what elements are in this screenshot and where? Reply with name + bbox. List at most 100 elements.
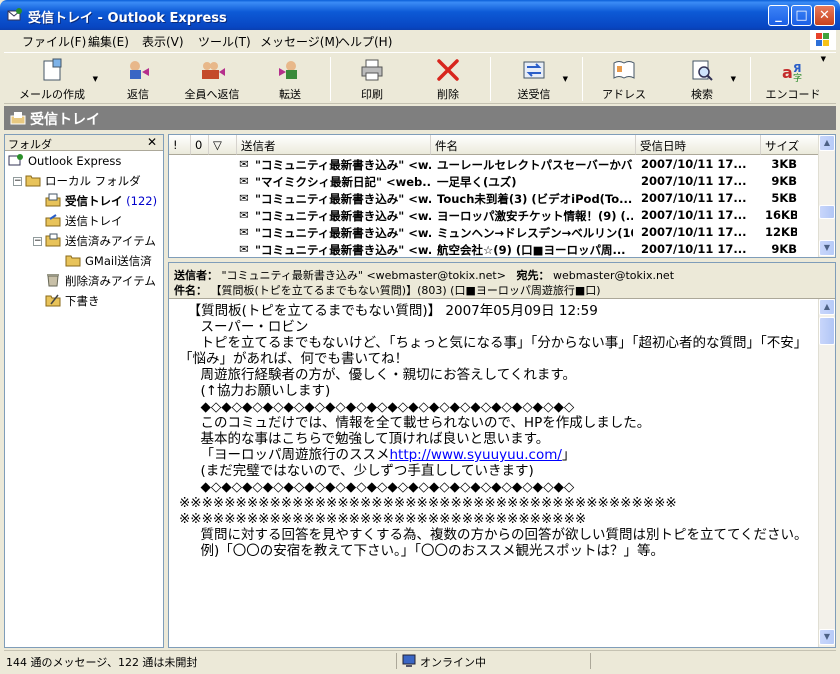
- column-from[interactable]: 送信者: [237, 135, 431, 155]
- message-size: 5KB: [771, 191, 797, 205]
- toolbar-divider: [330, 57, 331, 101]
- outlook-express-icon: [7, 8, 22, 21]
- message-subject: ヨーロッパ激安チケット情報！(9) (...: [437, 209, 633, 223]
- folder-label: 削除済みアイテム: [65, 274, 156, 288]
- column-importance[interactable]: !: [169, 135, 191, 155]
- message-date: 2007/10/11 17...: [641, 225, 747, 239]
- message-size: 9KB: [771, 242, 797, 256]
- message-date: 2007/10/11 17...: [641, 242, 747, 256]
- body-line: 例)「〇〇の安宿を教えて下さい。」「〇〇のおススメ観光スポットは？」等。: [179, 543, 665, 559]
- scroll-down-icon[interactable]: ▼: [819, 240, 835, 256]
- menu-edit[interactable]: 編集(E): [88, 33, 129, 50]
- message-from: "コミュニティ最新書き込み" <w...: [255, 226, 431, 240]
- message-row[interactable]: ✉ "マイミクシィ最新日記" <web... 一足早く(ユズ) 2007/10/…: [169, 173, 819, 190]
- outlook-express-icon: [8, 154, 23, 166]
- body-line: (↑協力お願いします): [179, 383, 331, 399]
- message-list-scrollbar[interactable]: ▲ ▼: [818, 135, 835, 257]
- unread-count: (122): [126, 194, 158, 208]
- send-receive-button[interactable]: 送受信 ▼: [508, 55, 568, 103]
- body-line: 」: [561, 447, 576, 463]
- scroll-up-icon[interactable]: ▲: [819, 135, 835, 151]
- menu-tools[interactable]: ツール(T): [198, 33, 251, 50]
- current-folder-bar: 受信トレイ: [4, 106, 836, 130]
- body-line: このコミュだけでは、情報を全て載せられないので、HPを作成しました。: [179, 415, 651, 431]
- chevron-down-icon[interactable]: ▼: [731, 75, 736, 83]
- folder-outbox[interactable]: 送信トレイ: [45, 213, 123, 229]
- collapse-icon[interactable]: −: [13, 177, 22, 186]
- folder-deleted-items[interactable]: 削除済みアイテム: [45, 273, 156, 289]
- message-row[interactable]: ✉ "コミュニティ最新書き込み" <w... ミュンヘン→ドレスデン→ベルリン(…: [169, 224, 819, 241]
- trash-icon: [47, 274, 59, 287]
- folder-sent-items[interactable]: 送信済みアイテム: [45, 233, 156, 249]
- unread-mail-icon: ✉: [239, 225, 249, 239]
- close-button[interactable]: ✕: [814, 5, 835, 26]
- menu-file[interactable]: ファイル(F): [22, 33, 86, 50]
- reply-button[interactable]: 返信: [114, 55, 162, 103]
- preview-scrollbar[interactable]: ▲ ▼: [818, 299, 835, 647]
- message-size: 9KB: [771, 174, 797, 188]
- chevron-down-icon[interactable]: ▼: [93, 75, 98, 83]
- message-row[interactable]: ✉ "コミュニティ最新書き込み" <w... Touch未到着(3) (ビデオi…: [169, 190, 819, 207]
- scroll-up-icon[interactable]: ▲: [819, 299, 835, 315]
- folder-outlook-express[interactable]: Outlook Express: [8, 153, 121, 168]
- chevron-down-icon[interactable]: ▼: [821, 55, 826, 63]
- find-label: 検索: [691, 88, 713, 101]
- reply-all-button[interactable]: 全員へ返信: [180, 55, 244, 103]
- addresses-button[interactable]: アドレス: [598, 55, 650, 103]
- folder-label: 送信済みアイテム: [65, 234, 156, 248]
- scroll-down-icon[interactable]: ▼: [819, 629, 835, 645]
- toolbar-divider: [490, 57, 491, 101]
- folder-icon: [65, 255, 81, 267]
- minimize-button[interactable]: _: [768, 5, 789, 26]
- new-mail-button[interactable]: メールの作成 ▼: [14, 55, 98, 103]
- body-line: トピを立てるまでもないけど、「ちょっと気になる事」「分からない事」「超初心者的な…: [179, 335, 808, 351]
- inbox-icon: [45, 193, 61, 207]
- folder-gmail-sent[interactable]: GMail送信済: [65, 253, 152, 269]
- column-received[interactable]: 受信日時: [636, 135, 761, 155]
- folder-label: ローカル フォルダ: [45, 174, 141, 188]
- menu-message[interactable]: メッセージ(M): [260, 33, 339, 50]
- maximize-icon: □: [795, 8, 808, 23]
- body-line: ◆◇◆◇◆◇◆◇◆◇◆◇◆◇◆◇◆◇◆◇◆◇◆◇◆◇◆◇◆◇◆◇◆◇◆◇: [179, 399, 575, 415]
- message-row[interactable]: ✉ "コミュニティ最新書き込み" <w... ヨーロッパ激安チケット情報！(9)…: [169, 207, 819, 224]
- online-computer-icon: [402, 654, 416, 667]
- menu-bar: ファイル(F) 編集(E) 表示(V) ツール(T) メッセージ(M) ヘルプ(…: [4, 30, 836, 50]
- maximize-button[interactable]: □: [791, 5, 812, 26]
- message-date: 2007/10/11 17...: [641, 191, 747, 205]
- collapse-icon[interactable]: −: [33, 237, 42, 246]
- menu-help[interactable]: ヘルプ(H): [338, 33, 392, 50]
- close-icon[interactable]: ✕: [147, 135, 157, 149]
- folder-local-folders[interactable]: ローカル フォルダ: [25, 173, 141, 189]
- message-size: 16KB: [765, 208, 797, 222]
- body-line-with-link: 「ヨーロッパ周遊旅行のススメhttp://www.syuuyuu.com/」: [179, 447, 819, 463]
- message-row[interactable]: ✉ "コミュニティ最新書き込み" <w... 航空会社☆(9) (口■ヨーロッパ…: [169, 241, 819, 257]
- forward-icon: [279, 61, 297, 79]
- title-bar: 受信トレイ - Outlook Express _ □ ✕: [0, 0, 840, 30]
- send-receive-label: 送受信: [517, 88, 551, 101]
- column-size[interactable]: サイズ: [761, 135, 819, 155]
- homepage-link[interactable]: http://www.syuuyuu.com/: [389, 447, 561, 463]
- forward-button[interactable]: 転送: [266, 55, 314, 103]
- column-attachment[interactable]: 0: [191, 135, 209, 155]
- menu-view[interactable]: 表示(V): [142, 33, 184, 50]
- reply-all-label: 全員へ返信: [184, 88, 240, 101]
- chevron-down-icon[interactable]: ▼: [563, 75, 568, 83]
- folder-label: 下書き: [65, 294, 100, 308]
- delete-button[interactable]: 削除: [424, 55, 472, 103]
- unread-mail-icon: ✉: [239, 191, 249, 205]
- folder-inbox[interactable]: 受信トレイ (122): [45, 193, 157, 209]
- minimize-icon: _: [775, 8, 782, 23]
- find-button[interactable]: 検索 ▼: [676, 55, 736, 103]
- message-size: 3KB: [771, 157, 797, 171]
- encoding-button[interactable]: aЯ字 エンコード ▼: [764, 55, 827, 103]
- print-button[interactable]: 印刷: [348, 55, 396, 103]
- column-subject[interactable]: 件名: [431, 135, 636, 155]
- close-icon: ✕: [819, 8, 830, 23]
- folder-drafts[interactable]: 下書き: [45, 293, 100, 309]
- scroll-thumb[interactable]: [819, 317, 835, 345]
- scroll-thumb[interactable]: [819, 205, 835, 219]
- message-row[interactable]: ✉ "コミュニティ最新書き込み" <w... ユーレールセレクトパスセーバーかバ…: [169, 156, 819, 173]
- message-subject: Touch未到着(3) (ビデオiPod(To...: [437, 192, 633, 206]
- column-flag[interactable]: ▽: [209, 135, 237, 155]
- encoding-label: エンコード: [765, 88, 821, 101]
